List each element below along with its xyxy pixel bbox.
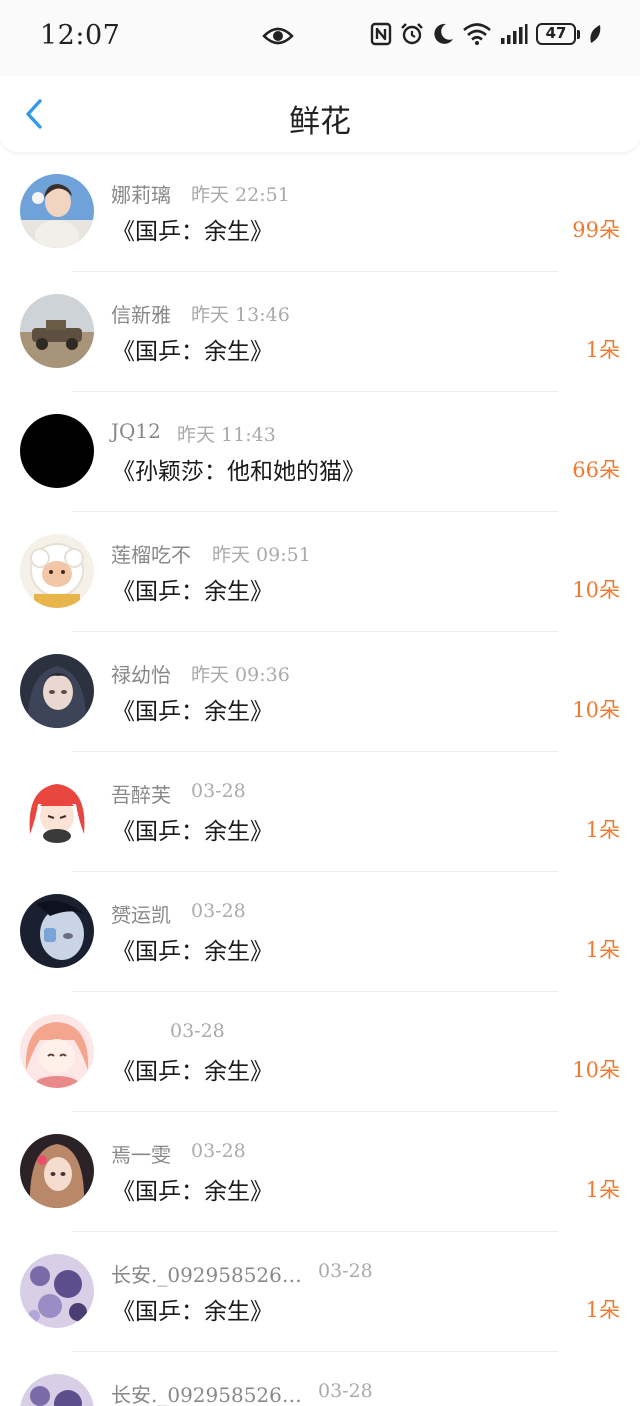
- book-title[interactable]: 《国乒：余生》: [112, 932, 273, 966]
- flower-count: 66朵: [572, 458, 620, 482]
- status-bar: 12:07 47: [0, 0, 640, 76]
- flower-count: 1朵: [585, 818, 620, 842]
- list-item[interactable]: 长安._092958526… 03-28: [0, 1352, 640, 1406]
- book-title[interactable]: 《孙颖莎：他和她的猫》: [112, 452, 365, 486]
- avatar[interactable]: [20, 1374, 94, 1406]
- post-time: 03-28: [191, 1140, 246, 1162]
- avatar[interactable]: [20, 1254, 94, 1328]
- post-time: 昨天 09:51: [212, 544, 311, 566]
- book-title[interactable]: 《国乒：余生》: [112, 812, 273, 846]
- list-item[interactable]: 信新雅 昨天 13:46 《国乒：余生》 1朵: [0, 272, 640, 392]
- list-item[interactable]: 娜莉璃 昨天 22:51 《国乒：余生》 99朵: [0, 152, 640, 272]
- post-time: 03-28: [318, 1260, 373, 1282]
- status-time: 12:07: [40, 20, 121, 51]
- user-name[interactable]: 禄幼怡: [111, 659, 171, 688]
- post-time: 昨天 22:51: [191, 184, 290, 206]
- flower-count: 10朵: [572, 578, 620, 602]
- book-title[interactable]: 《国乒：余生》: [112, 1292, 273, 1326]
- list-item[interactable]: 长安._092958526… 03-28 《国乒：余生》 1朵: [0, 1232, 640, 1352]
- user-name[interactable]: 莲榴吃不: [111, 539, 191, 568]
- flower-count: 1朵: [585, 338, 620, 362]
- list-item[interactable]: 莲榴吃不 昨天 09:51 《国乒：余生》 10朵: [0, 512, 640, 632]
- avatar[interactable]: [20, 654, 94, 728]
- book-title[interactable]: 《国乒：余生》: [112, 692, 273, 726]
- book-title[interactable]: 《国乒：余生》: [112, 332, 273, 366]
- battery-level: 47: [536, 23, 576, 45]
- avatar[interactable]: [20, 414, 94, 488]
- eye-icon: [262, 27, 294, 45]
- user-name[interactable]: 长安._092958526…: [111, 1379, 302, 1406]
- avatar[interactable]: [20, 174, 94, 248]
- user-name[interactable]: JQ12: [111, 419, 161, 443]
- post-time: 昨天 09:36: [191, 664, 290, 686]
- wifi-icon: [463, 23, 491, 45]
- status-icons: 47: [370, 22, 602, 46]
- book-title[interactable]: 《国乒：余生》: [112, 572, 273, 606]
- leaf-icon: [590, 25, 601, 43]
- user-name[interactable]: 焉一雯: [111, 1139, 171, 1168]
- list-item[interactable]: 禄幼怡 昨天 09:36 《国乒：余生》 10朵: [0, 632, 640, 752]
- avatar[interactable]: [20, 1014, 94, 1088]
- post-time: 03-28: [191, 780, 246, 802]
- user-name[interactable]: 信新雅: [111, 299, 171, 328]
- post-time: 昨天 11:43: [177, 424, 276, 446]
- book-title[interactable]: 《国乒：余生》: [112, 212, 273, 246]
- flower-count: 10朵: [572, 1058, 620, 1082]
- flower-count: 1朵: [585, 938, 620, 962]
- post-time: 03-28: [318, 1380, 373, 1402]
- list-item[interactable]: JQ12 昨天 11:43 《孙颖莎：他和她的猫》 66朵: [0, 392, 640, 512]
- user-name[interactable]: 长安._092958526…: [111, 1259, 302, 1288]
- post-time: 昨天 13:46: [191, 304, 290, 326]
- page-title: 鲜花: [289, 104, 351, 140]
- battery-icon: 47: [536, 23, 580, 45]
- list-item[interactable]: 赟运凯 03-28 《国乒：余生》 1朵: [0, 872, 640, 992]
- user-name[interactable]: 吾醉芙: [111, 779, 171, 808]
- list-item[interactable]: 吾醉芙 03-28 《国乒：余生》 1朵: [0, 752, 640, 872]
- avatar[interactable]: [20, 894, 94, 968]
- signal-icon: [501, 24, 528, 44]
- avatar[interactable]: [20, 294, 94, 368]
- user-name[interactable]: 娜莉璃: [111, 179, 171, 208]
- book-title[interactable]: 《国乒：余生》: [112, 1052, 273, 1086]
- post-time: 03-28: [191, 900, 246, 922]
- alarm-icon: [401, 23, 423, 45]
- avatar[interactable]: [20, 534, 94, 608]
- list-item[interactable]: 03-28 《国乒：余生》 10朵: [0, 992, 640, 1112]
- flower-count: 10朵: [572, 698, 620, 722]
- nfc-icon: [370, 22, 392, 46]
- moon-icon: [434, 23, 453, 44]
- flower-count: 1朵: [585, 1178, 620, 1202]
- flower-count: 99朵: [572, 218, 620, 242]
- flower-count: 1朵: [585, 1298, 620, 1322]
- book-title[interactable]: 《国乒：余生》: [112, 1172, 273, 1206]
- list-item[interactable]: 焉一雯 03-28 《国乒：余生》 1朵: [0, 1112, 640, 1232]
- avatar[interactable]: [20, 774, 94, 848]
- nav-bar: 鲜花: [0, 76, 640, 152]
- post-time: 03-28: [170, 1020, 225, 1042]
- flower-record-list: 娜莉璃 昨天 22:51 《国乒：余生》 99朵 信新雅 昨天 13:46 《国…: [0, 152, 640, 1406]
- user-name[interactable]: 赟运凯: [111, 899, 171, 928]
- avatar[interactable]: [20, 1134, 94, 1208]
